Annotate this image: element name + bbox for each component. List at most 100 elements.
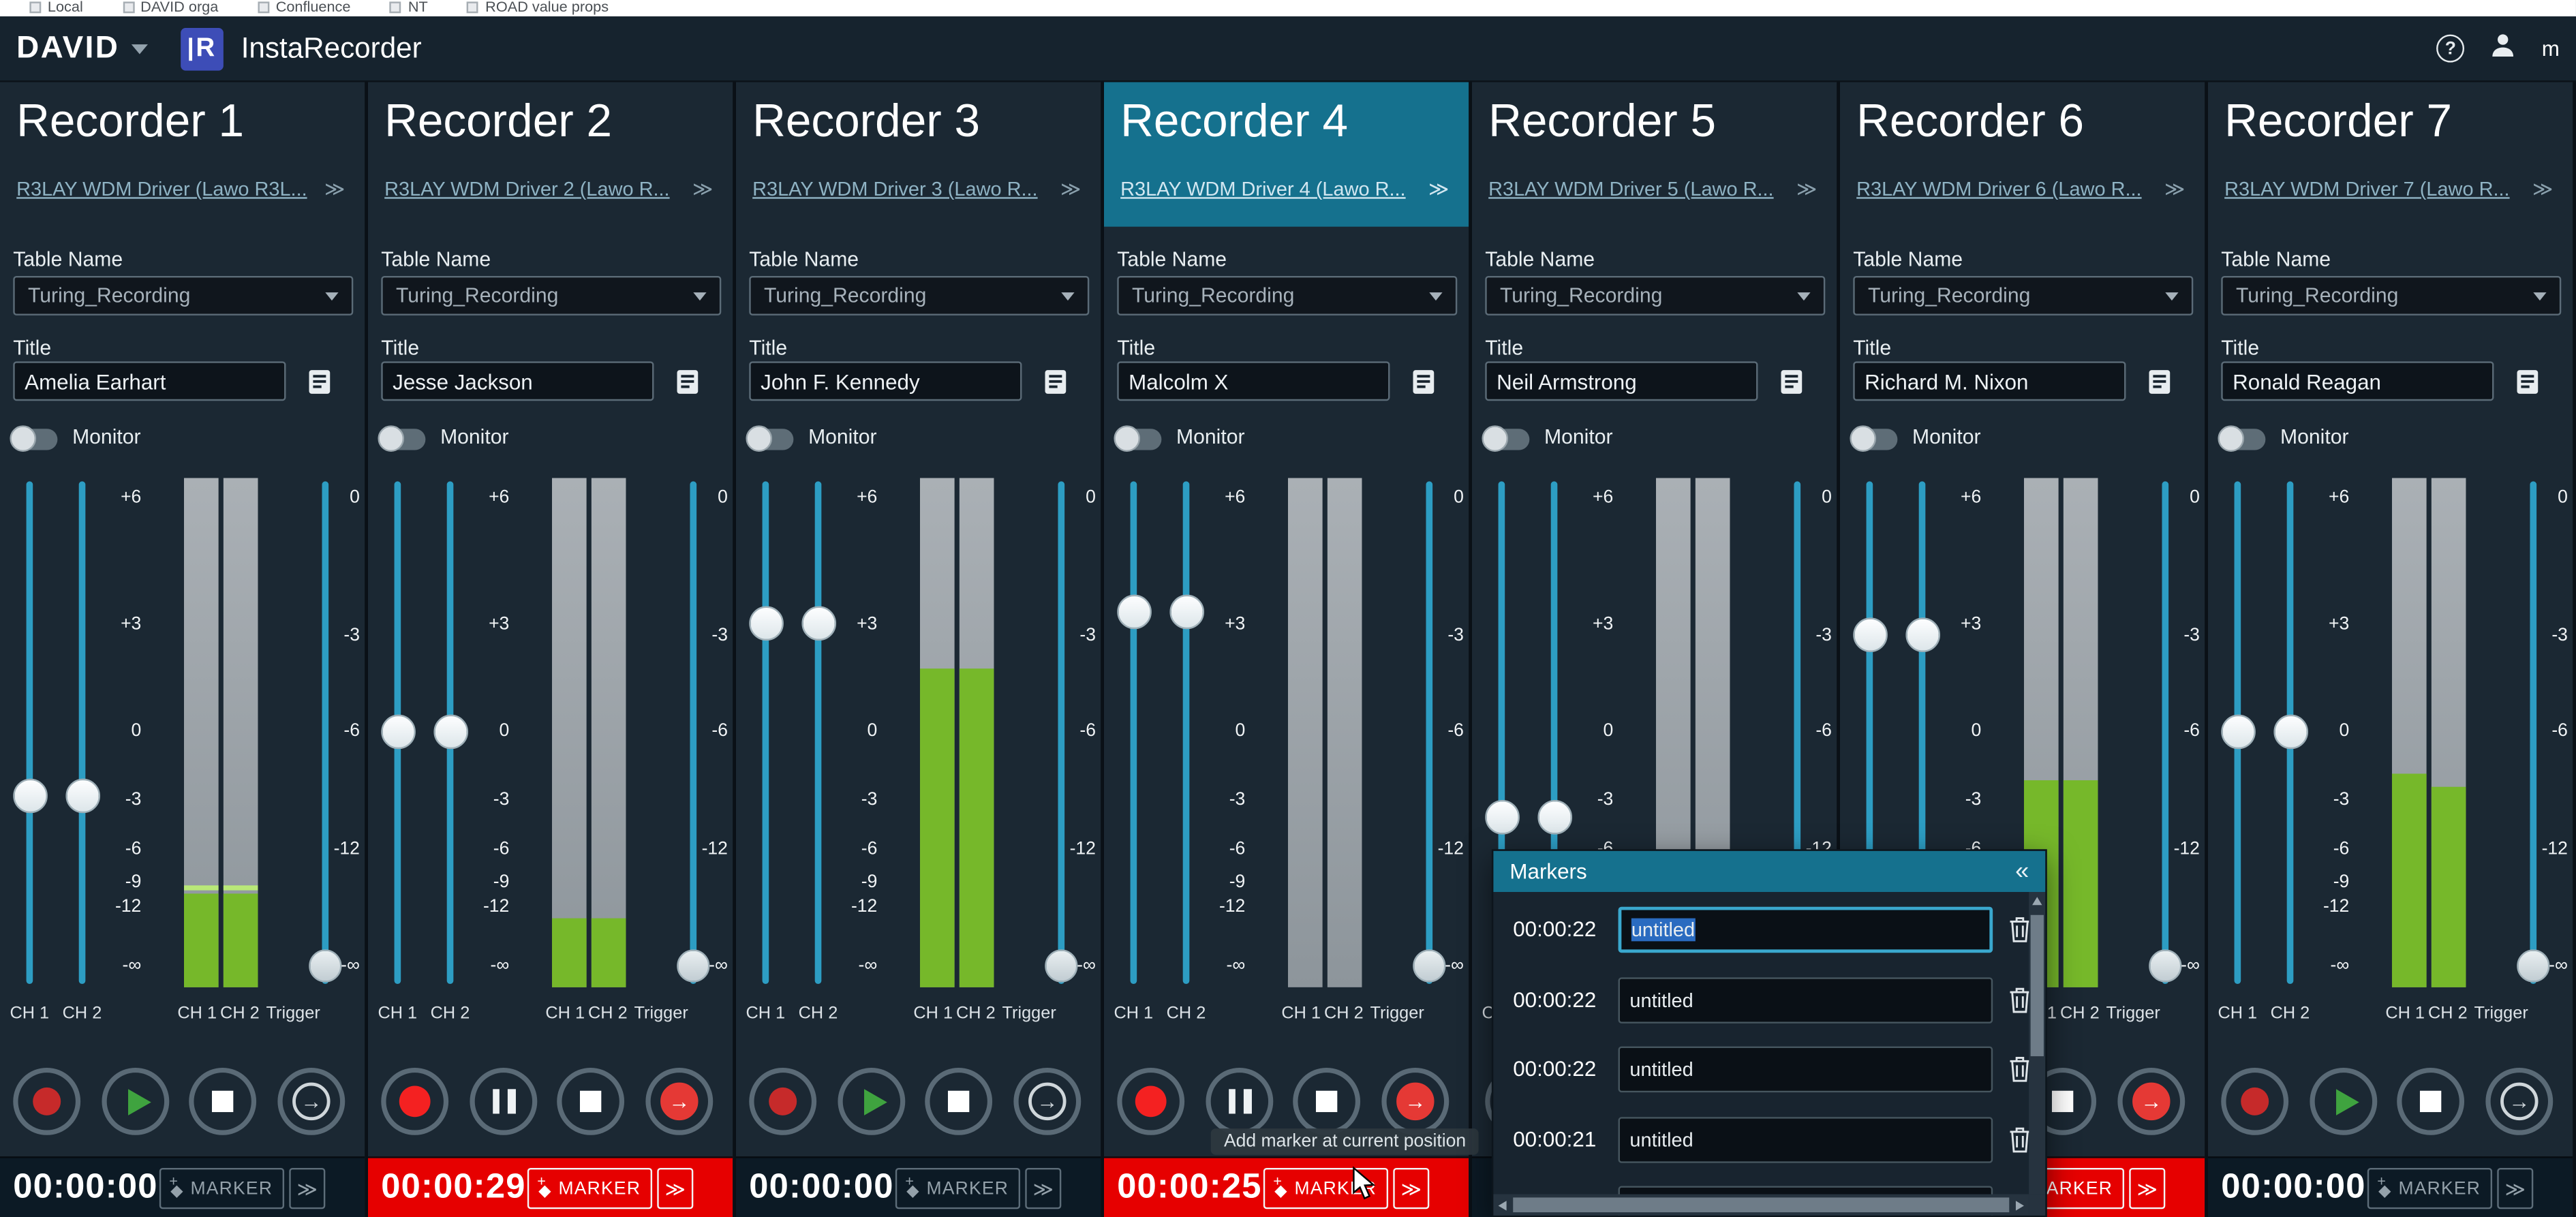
trigger-fader-knob[interactable] [1413,949,1446,983]
title-input[interactable] [13,361,286,401]
commit-button[interactable]: → [1381,1067,1450,1135]
monitor-toggle[interactable] [746,425,794,452]
delete-marker-icon[interactable] [2009,987,2030,1013]
trigger-fader-knob[interactable] [2517,949,2550,983]
ch1-fader-knob[interactable] [380,713,415,749]
edit-metadata-button[interactable] [2507,361,2547,401]
commit-button[interactable]: → [645,1067,714,1135]
marker-list-button[interactable]: ≫ [1025,1168,1062,1210]
stop-button[interactable] [557,1067,625,1135]
bookmark-item[interactable]: Local [29,0,83,15]
add-marker-button[interactable]: MARKER [159,1168,285,1210]
ch1-fader-track[interactable] [26,481,33,985]
ch2-fader-knob[interactable] [2273,713,2307,749]
play-pause-button[interactable] [2310,1067,2378,1135]
trigger-fader-track[interactable] [2530,481,2537,985]
edit-metadata-button[interactable] [1771,361,1811,401]
trigger-fader-track[interactable] [690,481,697,985]
marker-name-input[interactable]: untitled [1618,1116,1993,1162]
title-input[interactable] [2221,361,2494,401]
table-name-select[interactable]: Turing_Recording [1485,275,1826,315]
markers-horizontal-scrollbar[interactable] [1493,1194,2029,1216]
ch2-fader-track[interactable] [814,481,822,985]
title-input[interactable] [1117,361,1390,401]
user-icon[interactable] [2489,31,2517,67]
marker-name-input[interactable]: untitled [1618,976,1993,1023]
record-button[interactable] [381,1067,449,1135]
trigger-fader-knob[interactable] [1045,949,1078,983]
driver-expand-icon[interactable]: ≫ [1060,177,1081,200]
trigger-fader-track[interactable] [1426,481,1433,985]
trigger-fader-track[interactable] [1058,481,1065,985]
title-input[interactable] [1853,361,2126,401]
ch2-fader-knob[interactable] [801,605,835,640]
stop-button[interactable] [1293,1067,1361,1135]
ch1-fader-knob[interactable] [2220,713,2255,749]
markers-vertical-scrollbar[interactable] [2029,892,2046,1195]
commit-button[interactable]: → [2117,1067,2186,1135]
trigger-fader-track[interactable] [2162,481,2169,985]
driver-link[interactable]: R3LAY WDM Driver 4 (Lawo R... [1120,177,1406,200]
driver-expand-icon[interactable]: ≫ [2164,177,2185,200]
play-pause-button[interactable] [1206,1067,1274,1135]
ch2-fader-knob[interactable] [65,777,99,813]
table-name-select[interactable]: Turing_Recording [1117,275,1458,315]
driver-link[interactable]: R3LAY WDM Driver 5 (Lawo R... [1488,177,1774,200]
driver-link[interactable]: R3LAY WDM Driver 2 (Lawo R... [384,177,670,200]
trigger-fader-track[interactable] [322,481,329,985]
driver-expand-icon[interactable]: ≫ [2532,177,2553,200]
table-name-select[interactable]: Turing_Recording [381,275,722,315]
delete-marker-icon[interactable] [2009,916,2030,943]
bookmark-item[interactable]: NT [390,0,428,15]
stop-button[interactable] [189,1067,257,1135]
edit-metadata-button[interactable] [1035,361,1075,401]
commit-button[interactable]: → [277,1067,346,1135]
ch1-fader-knob[interactable] [748,605,783,640]
trigger-fader-knob[interactable] [2149,949,2182,983]
commit-button[interactable]: → [1013,1067,1082,1135]
delete-marker-icon[interactable] [2009,1056,2030,1083]
driver-expand-icon[interactable]: ≫ [324,177,345,200]
ch1-fader-track[interactable] [762,481,769,985]
david-brand-menu[interactable]: DAVID [16,31,119,67]
ch1-fader-track[interactable] [1130,481,1137,985]
driver-expand-icon[interactable]: ≫ [1796,177,1817,200]
bookmark-item[interactable]: DAVID orga [122,0,218,15]
driver-link[interactable]: R3LAY WDM Driver 3 (Lawo R... [752,177,1038,200]
table-name-select[interactable]: Turing_Recording [2221,275,2562,315]
add-marker-button[interactable]: MARKER [895,1168,1021,1210]
play-pause-button[interactable] [470,1067,538,1135]
help-icon[interactable]: ? [2436,34,2465,63]
trigger-fader-knob[interactable] [309,949,342,983]
marker-name-input[interactable]: untitled [1618,1046,1993,1093]
driver-expand-icon[interactable]: ≫ [1428,177,1449,200]
record-button[interactable] [749,1067,817,1135]
record-button[interactable] [1117,1067,1185,1135]
add-marker-button[interactable]: MARKER [527,1168,653,1210]
marker-list-button[interactable]: ≫ [2129,1168,2166,1210]
commit-button[interactable]: → [2485,1067,2554,1135]
driver-link[interactable]: R3LAY WDM Driver 6 (Lawo R... [1856,177,2142,200]
ch2-fader-knob[interactable] [1905,617,1939,651]
monitor-toggle[interactable] [2218,425,2266,452]
title-input[interactable] [1485,361,1758,401]
driver-link[interactable]: R3LAY WDM Driver 7 (Lawo R... [2224,177,2510,200]
bookmark-item[interactable]: Confluence [258,0,350,15]
monitor-toggle[interactable] [1850,425,1898,452]
edit-metadata-button[interactable] [299,361,339,401]
table-name-select[interactable]: Turing_Recording [1853,275,2194,315]
delete-marker-icon[interactable] [2009,1126,2030,1153]
title-input[interactable] [749,361,1022,401]
monitor-toggle[interactable] [1114,425,1162,452]
monitor-toggle[interactable] [378,425,426,452]
marker-name-input[interactable]: untitled [1618,906,1993,953]
monitor-toggle[interactable] [10,425,58,452]
trigger-fader-knob[interactable] [677,949,710,983]
marker-list-button[interactable]: ≫ [289,1168,326,1210]
ch2-fader-knob[interactable] [1537,799,1571,834]
ch2-fader-track[interactable] [78,481,86,985]
table-name-select[interactable]: Turing_Recording [749,275,1090,315]
record-button[interactable] [13,1067,81,1135]
ch2-fader-knob[interactable] [1169,594,1203,629]
edit-metadata-button[interactable] [1403,361,1443,401]
